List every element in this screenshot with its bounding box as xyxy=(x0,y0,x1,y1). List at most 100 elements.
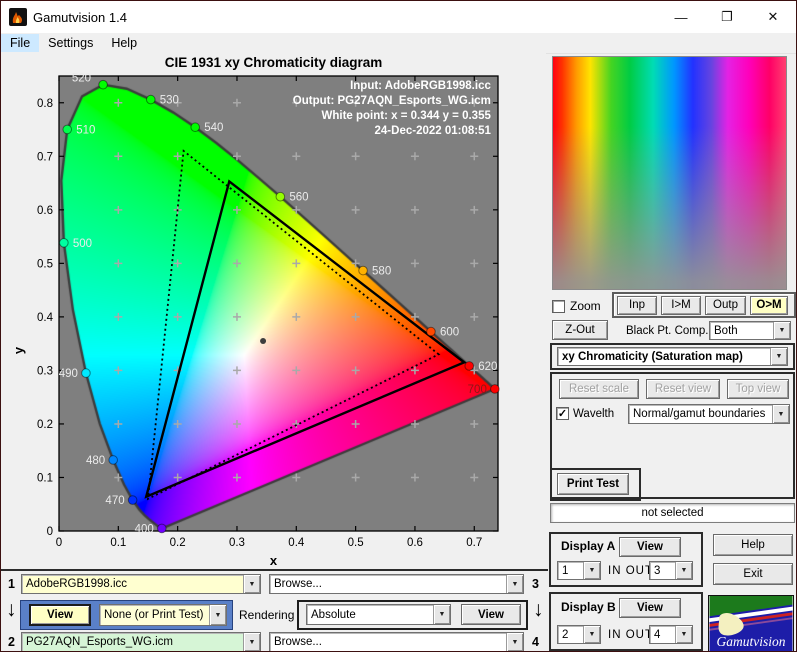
view-input-button[interactable]: View xyxy=(29,604,91,626)
display-a-out-value: 3 xyxy=(654,564,661,577)
display-a-in-value: 1 xyxy=(562,564,569,577)
browse-1-select[interactable]: Browse... ▼ xyxy=(269,574,524,594)
svg-text:0.2: 0.2 xyxy=(170,537,186,549)
view-options-group: Reset scale Reset view Top view ✓ Wavelt… xyxy=(550,372,795,501)
display-b-in-value: 2 xyxy=(562,628,569,641)
wavelth-select-value: Normal/gamut boundaries xyxy=(633,408,766,420)
wavelth-select[interactable]: Normal/gamut boundaries ▼ xyxy=(628,404,790,424)
slot-1-label: 1 xyxy=(8,577,15,591)
reset-view-button[interactable]: Reset view xyxy=(646,379,720,399)
display-b-out-value: 4 xyxy=(654,628,661,641)
rendering-intent-select[interactable]: Absolute ▼ xyxy=(306,604,451,625)
rendering-frame: Absolute ▼ View xyxy=(297,600,528,630)
black-pt-comp-value: Both xyxy=(714,324,738,337)
pattern-panel: View None (or Print Test) ▼ xyxy=(20,600,233,630)
svg-text:0.3: 0.3 xyxy=(37,365,53,377)
z-out-button[interactable]: Z-Out xyxy=(552,320,608,340)
i-to-m-view-button[interactable]: I>M xyxy=(661,295,701,315)
svg-text:0.3: 0.3 xyxy=(229,537,245,549)
help-button[interactable]: Help xyxy=(713,534,793,556)
browse-1-value: Browse... xyxy=(274,578,322,590)
input-profile-value: AdobeRGB1998.icc xyxy=(26,578,128,590)
chevron-down-icon: ▼ xyxy=(243,633,260,651)
display-a-title: Display A xyxy=(561,539,616,553)
maximize-button[interactable]: ❐ xyxy=(704,2,750,33)
zoom-checkbox[interactable] xyxy=(552,299,565,313)
chevron-down-icon: ▼ xyxy=(770,348,787,365)
close-button[interactable]: ✕ xyxy=(750,2,796,33)
svg-text:0.7: 0.7 xyxy=(466,537,482,549)
svg-text:0.5: 0.5 xyxy=(37,258,53,270)
browse-2-select[interactable]: Browse... ▼ xyxy=(269,632,524,651)
reset-scale-button[interactable]: Reset scale xyxy=(559,379,639,399)
wavelth-label: Wavelth xyxy=(573,407,615,420)
display-b-view-button[interactable]: View xyxy=(619,598,681,618)
chart-title: CIE 1931 xy Chromaticity diagram xyxy=(164,55,383,70)
menu-help[interactable]: Help xyxy=(102,34,146,52)
chevron-down-icon: ▼ xyxy=(675,626,692,643)
browse-2-value: Browse... xyxy=(274,636,322,648)
black-pt-comp-select[interactable]: Both ▼ xyxy=(709,321,791,340)
slot-3-label: 3 xyxy=(532,577,539,591)
mode-select-value: xy Chromaticity (Saturation map) xyxy=(562,350,743,363)
zoom-checkbox-row: Zoom xyxy=(552,299,601,313)
display-a-inout-label: IN OUT xyxy=(608,565,653,577)
top-view-button[interactable]: Top view xyxy=(727,379,789,399)
svg-text:0.7: 0.7 xyxy=(37,151,53,163)
chevron-down-icon: ▼ xyxy=(675,562,692,579)
print-test-button[interactable]: Print Test xyxy=(557,473,629,495)
exit-button[interactable]: Exit xyxy=(713,563,793,585)
wavelth-checkbox[interactable]: ✓ xyxy=(556,407,569,420)
chevron-down-icon: ▼ xyxy=(243,575,260,593)
profile-selection-panel: 1 AdobeRGB1998.icc ▼ Browse... ▼ 3 ↓ Vie… xyxy=(1,569,548,651)
display-a-out-select[interactable]: 3 ▼ xyxy=(649,561,693,580)
svg-text:0.2: 0.2 xyxy=(37,419,53,431)
mode-select[interactable]: xy Chromaticity (Saturation map) ▼ xyxy=(557,347,788,366)
app-window: Gamutvision 1.4 — ❐ ✕ File Settings Help… xyxy=(0,0,797,652)
menu-file[interactable]: File xyxy=(1,34,40,52)
menu-settings[interactable]: Settings xyxy=(39,34,102,52)
chromaticity-figure: CIE 1931 xy Chromaticity diagram y x 0 0.… xyxy=(1,53,546,569)
slot-4-label: 4 xyxy=(532,635,539,649)
chevron-down-icon: ▼ xyxy=(506,633,523,651)
x-axis-label: x xyxy=(269,553,278,568)
output-profile-select[interactable]: PG27AQN_Esports_WG.icm ▼ xyxy=(21,632,261,651)
input-profile-select[interactable]: AdobeRGB1998.icc ▼ xyxy=(21,574,261,594)
svg-text:0: 0 xyxy=(47,526,53,538)
display-a-in-select[interactable]: 1 ▼ xyxy=(557,561,601,580)
display-b-out-select[interactable]: 4 ▼ xyxy=(649,625,693,644)
down-arrow-icon-left: ↓ xyxy=(6,598,17,621)
window-title: Gamutvision 1.4 xyxy=(33,9,127,25)
mode-select-frame: xy Chromaticity (Saturation map) ▼ xyxy=(550,343,795,370)
view-output-button[interactable]: View xyxy=(461,604,521,625)
display-b-title: Display B xyxy=(561,600,616,614)
rendering-label: Rendering xyxy=(239,608,295,622)
o-to-m-view-button[interactable]: O>M xyxy=(750,295,788,315)
menubar: File Settings Help xyxy=(1,33,796,54)
svg-text:0.1: 0.1 xyxy=(110,537,126,549)
svg-text:0.5: 0.5 xyxy=(348,537,364,549)
pattern-select[interactable]: None (or Print Test) ▼ xyxy=(99,604,227,626)
svg-text:0.6: 0.6 xyxy=(37,205,53,217)
slot-2-label: 2 xyxy=(8,635,15,649)
display-b-inout-label: IN OUT xyxy=(608,629,653,641)
rendering-intent-value: Absolute xyxy=(311,608,356,621)
titlebar: Gamutvision 1.4 — ❐ ✕ xyxy=(1,1,796,33)
display-b-in-select[interactable]: 2 ▼ xyxy=(557,625,601,644)
chevron-down-icon: ▼ xyxy=(772,405,789,423)
chromaticity-plot-canvas xyxy=(59,76,498,531)
gamutvision-logo: Gamutvision xyxy=(708,595,794,651)
saturation-map-preview xyxy=(552,56,787,290)
zoom-checkbox-label: Zoom xyxy=(570,299,601,313)
minimize-button[interactable]: — xyxy=(658,2,704,33)
svg-text:0.4: 0.4 xyxy=(288,537,305,549)
svg-text:0.4: 0.4 xyxy=(37,312,54,324)
chevron-down-icon: ▼ xyxy=(433,605,450,624)
print-test-frame: Print Test xyxy=(550,468,641,501)
inp-view-button[interactable]: Inp xyxy=(617,295,657,315)
outp-view-button[interactable]: Outp xyxy=(705,295,746,315)
logo-text: Gamutvision xyxy=(717,634,786,649)
display-a-view-button[interactable]: View xyxy=(619,537,681,557)
svg-text:0.6: 0.6 xyxy=(407,537,423,549)
svg-text:0.1: 0.1 xyxy=(37,472,53,484)
